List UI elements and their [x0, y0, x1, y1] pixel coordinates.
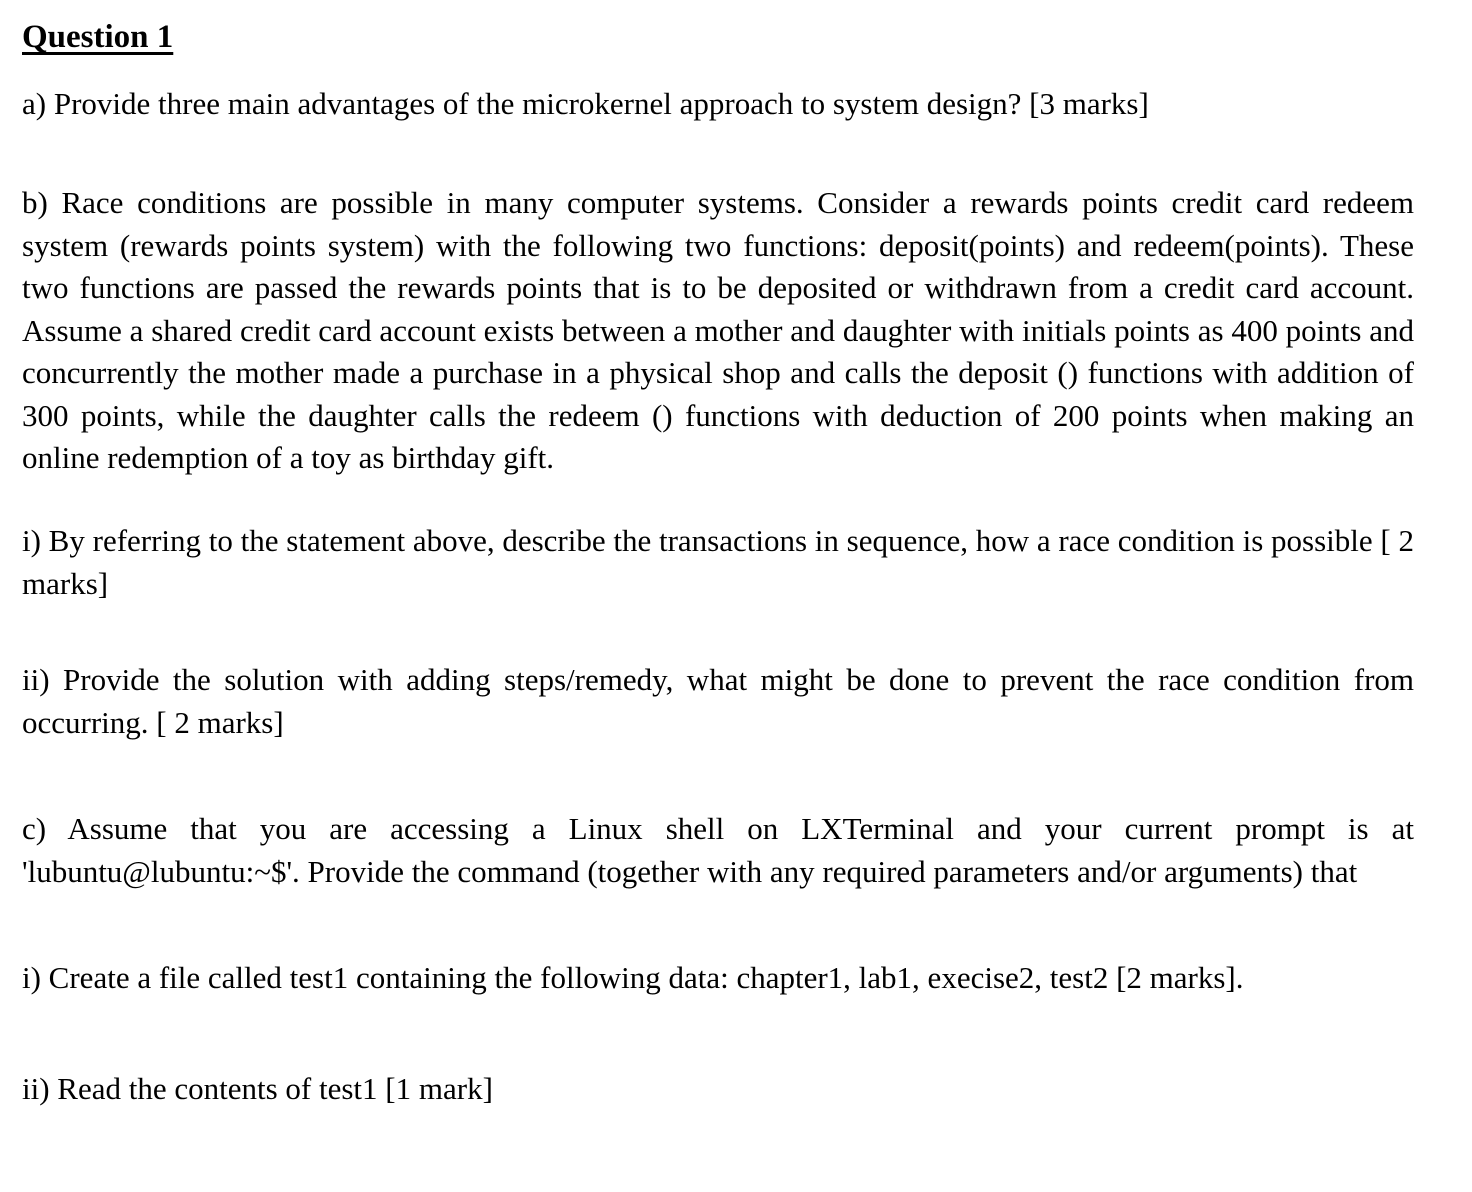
part-a-text: a) Provide three main advantages of the …: [22, 86, 1149, 121]
part-c-sub-ii: ii) Read the contents of test1 [1 mark]: [22, 1071, 493, 1106]
part-b-text: b) Race conditions are possible in many …: [22, 185, 1414, 475]
part-b-sub-ii: ii) Provide the solution with adding ste…: [22, 662, 1414, 740]
part-c-sub-i: i) Create a file called test1 containing…: [22, 960, 1244, 995]
question-title: Question 1: [22, 19, 174, 55]
part-c-text: c) Assume that you are accessing a Linux…: [22, 811, 1414, 889]
part-b-sub-i: i) By referring to the statement above, …: [22, 523, 1414, 601]
